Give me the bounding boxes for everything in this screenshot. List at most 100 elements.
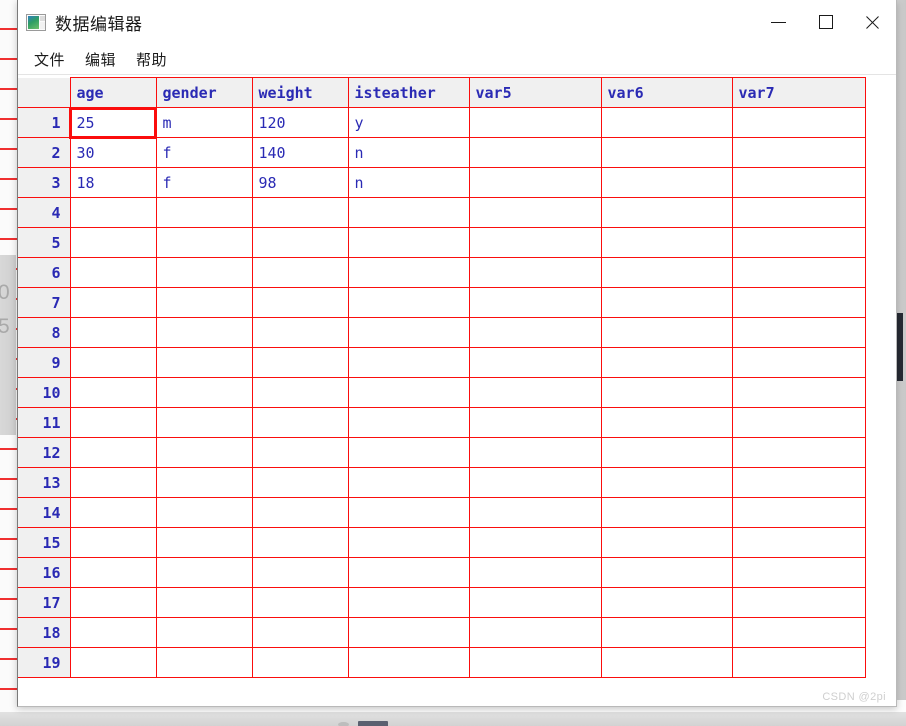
- cell-r8-c3[interactable]: [251, 317, 349, 348]
- cell-r2-c4[interactable]: n: [347, 137, 470, 168]
- cell-r19-c6[interactable]: [600, 647, 733, 678]
- cell-r16-c5[interactable]: [468, 557, 602, 588]
- column-header-var6[interactable]: var6: [600, 77, 733, 108]
- cell-r9-c1[interactable]: [69, 347, 157, 378]
- column-header-var7[interactable]: var7: [731, 77, 866, 108]
- column-header-gender[interactable]: gender: [155, 77, 253, 108]
- cell-r10-c1[interactable]: [69, 377, 157, 408]
- cell-r3-c7[interactable]: [731, 167, 866, 198]
- cell-r2-c2[interactable]: f: [155, 137, 253, 168]
- cell-r7-c6[interactable]: [600, 287, 733, 318]
- cell-r10-c3[interactable]: [251, 377, 349, 408]
- column-header-var5[interactable]: var5: [468, 77, 602, 108]
- row-header-10[interactable]: 10: [18, 377, 71, 408]
- cell-r15-c6[interactable]: [600, 527, 733, 558]
- cell-r7-c4[interactable]: [347, 287, 470, 318]
- cell-r19-c2[interactable]: [155, 647, 253, 678]
- cell-r3-c5[interactable]: [468, 167, 602, 198]
- cell-r9-c3[interactable]: [251, 347, 349, 378]
- cell-r12-c7[interactable]: [731, 437, 866, 468]
- cell-r12-c1[interactable]: [69, 437, 157, 468]
- row-header-13[interactable]: 13: [18, 467, 71, 498]
- row-header-12[interactable]: 12: [18, 437, 71, 468]
- cell-r8-c7[interactable]: [731, 317, 866, 348]
- cell-r13-c7[interactable]: [731, 467, 866, 498]
- cell-r13-c2[interactable]: [155, 467, 253, 498]
- cell-r19-c7[interactable]: [731, 647, 866, 678]
- maximize-button[interactable]: [802, 0, 849, 44]
- cell-r13-c4[interactable]: [347, 467, 470, 498]
- row-header-1[interactable]: 1: [18, 107, 71, 138]
- cell-r10-c5[interactable]: [468, 377, 602, 408]
- cell-r16-c6[interactable]: [600, 557, 733, 588]
- column-header-weight[interactable]: weight: [251, 77, 349, 108]
- cell-r17-c4[interactable]: [347, 587, 470, 618]
- cell-r5-c6[interactable]: [600, 227, 733, 258]
- cell-r17-c6[interactable]: [600, 587, 733, 618]
- cell-r17-c5[interactable]: [468, 587, 602, 618]
- cell-r4-c6[interactable]: [600, 197, 733, 228]
- cell-r7-c3[interactable]: [251, 287, 349, 318]
- row-header-16[interactable]: 16: [18, 557, 71, 588]
- cell-r1-c5[interactable]: [468, 107, 602, 138]
- cell-r18-c5[interactable]: [468, 617, 602, 648]
- cell-r13-c5[interactable]: [468, 467, 602, 498]
- cell-r11-c4[interactable]: [347, 407, 470, 438]
- cell-r4-c1[interactable]: [69, 197, 157, 228]
- cell-r6-c6[interactable]: [600, 257, 733, 288]
- cell-r10-c6[interactable]: [600, 377, 733, 408]
- minimize-button[interactable]: [755, 0, 802, 44]
- cell-r19-c3[interactable]: [251, 647, 349, 678]
- cell-r2-c6[interactable]: [600, 137, 733, 168]
- row-header-6[interactable]: 6: [18, 257, 71, 288]
- title-bar[interactable]: 数据编辑器: [18, 0, 896, 44]
- cell-r6-c4[interactable]: [347, 257, 470, 288]
- cell-r1-c4[interactable]: y: [347, 107, 470, 138]
- cell-r18-c7[interactable]: [731, 617, 866, 648]
- cell-r1-c2[interactable]: m: [155, 107, 253, 138]
- row-header-5[interactable]: 5: [18, 227, 71, 258]
- cell-r15-c3[interactable]: [251, 527, 349, 558]
- cell-r3-c4[interactable]: n: [347, 167, 470, 198]
- cell-r2-c3[interactable]: 140: [251, 137, 349, 168]
- cell-r11-c3[interactable]: [251, 407, 349, 438]
- cell-r18-c3[interactable]: [251, 617, 349, 648]
- cell-r13-c6[interactable]: [600, 467, 733, 498]
- cell-r7-c5[interactable]: [468, 287, 602, 318]
- cell-r6-c1[interactable]: [69, 257, 157, 288]
- cell-r4-c5[interactable]: [468, 197, 602, 228]
- taskbar-dot-icon[interactable]: [338, 722, 349, 726]
- cell-r3-c2[interactable]: f: [155, 167, 253, 198]
- row-header-9[interactable]: 9: [18, 347, 71, 378]
- cell-r2-c1[interactable]: 30: [69, 137, 157, 168]
- menu-item-file[interactable]: 文件: [24, 47, 75, 72]
- cell-r14-c1[interactable]: [69, 497, 157, 528]
- cell-r4-c7[interactable]: [731, 197, 866, 228]
- cell-r9-c6[interactable]: [600, 347, 733, 378]
- cell-r16-c2[interactable]: [155, 557, 253, 588]
- cell-r18-c1[interactable]: [69, 617, 157, 648]
- cell-r6-c3[interactable]: [251, 257, 349, 288]
- taskbar[interactable]: [0, 712, 906, 726]
- cell-r9-c7[interactable]: [731, 347, 866, 378]
- row-header-14[interactable]: 14: [18, 497, 71, 528]
- cell-r13-c3[interactable]: [251, 467, 349, 498]
- cell-r11-c5[interactable]: [468, 407, 602, 438]
- cell-r5-c4[interactable]: [347, 227, 470, 258]
- cell-r16-c4[interactable]: [347, 557, 470, 588]
- row-header-19[interactable]: 19: [18, 647, 71, 678]
- cell-r18-c4[interactable]: [347, 617, 470, 648]
- cell-r14-c3[interactable]: [251, 497, 349, 528]
- cell-r4-c2[interactable]: [155, 197, 253, 228]
- close-button[interactable]: [849, 0, 896, 44]
- cell-r18-c2[interactable]: [155, 617, 253, 648]
- cell-r5-c5[interactable]: [468, 227, 602, 258]
- cell-r1-c7[interactable]: [731, 107, 866, 138]
- cell-r15-c1[interactable]: [69, 527, 157, 558]
- data-table[interactable]: age gender weight isteather var5 var6 var7 1 25…: [18, 77, 866, 678]
- row-header-4[interactable]: 4: [18, 197, 71, 228]
- cell-r19-c4[interactable]: [347, 647, 470, 678]
- cell-r8-c1[interactable]: [69, 317, 157, 348]
- cell-r9-c2[interactable]: [155, 347, 253, 378]
- cell-r14-c6[interactable]: [600, 497, 733, 528]
